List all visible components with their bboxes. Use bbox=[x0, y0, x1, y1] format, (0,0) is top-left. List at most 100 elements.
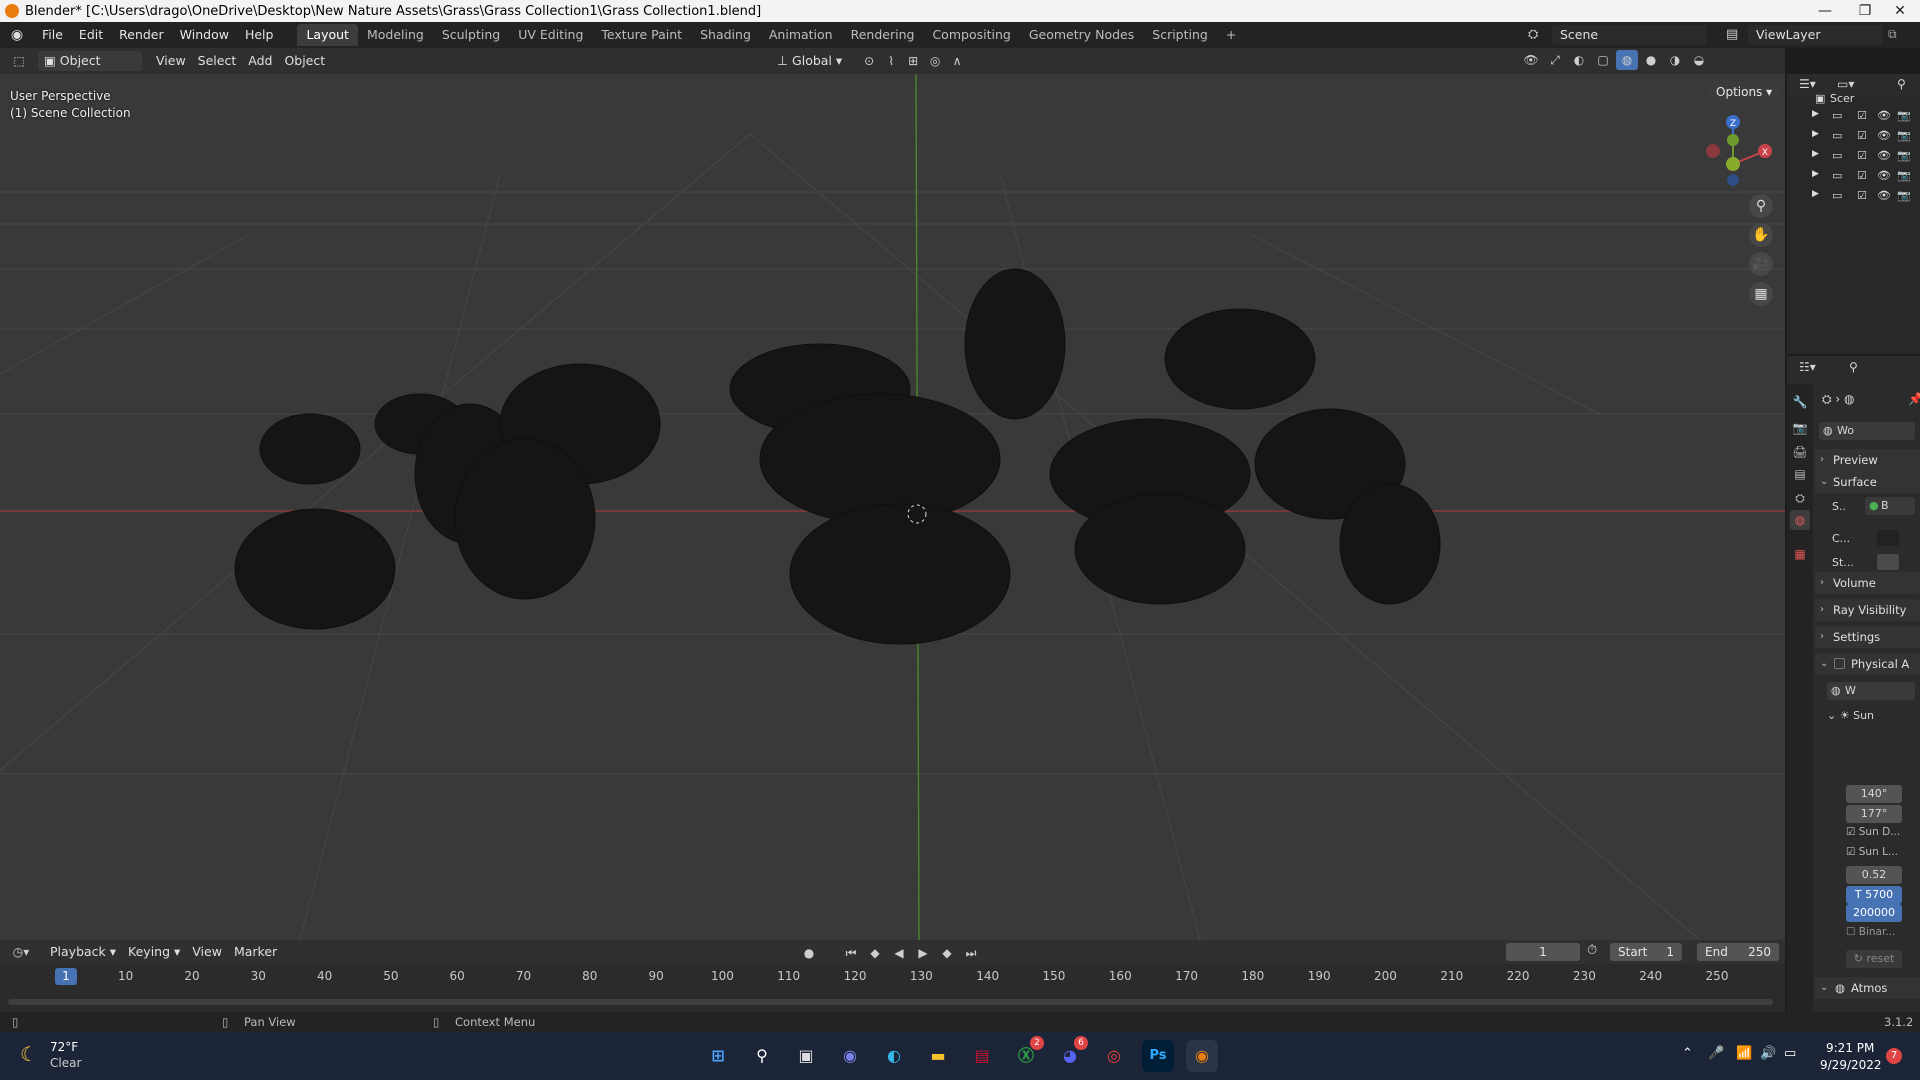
task-view-icon[interactable]: ▣ bbox=[790, 1040, 822, 1072]
solid-shading-icon[interactable]: ● bbox=[1640, 50, 1662, 70]
tab-layout[interactable]: Layout bbox=[297, 24, 358, 46]
orientation-selector[interactable]: ⊥ Global ▾ bbox=[771, 51, 848, 71]
timeline-view-menu[interactable]: View bbox=[186, 942, 228, 962]
panel-physical[interactable]: ⌄ Physical A bbox=[1815, 653, 1920, 675]
minimize-button[interactable]: — bbox=[1805, 0, 1845, 22]
menu-render[interactable]: Render bbox=[111, 22, 172, 48]
stopwatch-icon[interactable]: ⏱ bbox=[1587, 943, 1597, 958]
gizmo-toggle-icon[interactable]: ⤢ bbox=[1544, 50, 1566, 70]
world-tab-icon[interactable]: ◍ bbox=[1790, 510, 1810, 530]
eye-icon[interactable]: 👁 bbox=[1877, 169, 1891, 182]
output-tab-icon[interactable]: 🖨 bbox=[1790, 442, 1810, 462]
temperature-field[interactable]: T 5700 bbox=[1846, 886, 1902, 904]
tool-tab-icon[interactable]: 🔧 bbox=[1790, 392, 1810, 412]
record-icon[interactable]: ● bbox=[798, 943, 820, 963]
panel-settings[interactable]: › Settings bbox=[1815, 626, 1920, 648]
playback-menu[interactable]: Playback ▾ bbox=[44, 942, 122, 962]
panel-preview[interactable]: › Preview bbox=[1815, 449, 1920, 471]
play-reverse-icon[interactable]: ◀ bbox=[888, 943, 910, 963]
next-keyframe-icon[interactable]: ◆ bbox=[936, 943, 958, 963]
outliner-scene-row[interactable]: ▣ Scer bbox=[1787, 89, 1920, 107]
checkbox-icon[interactable]: ☑ bbox=[1857, 149, 1867, 162]
pan-hand-icon[interactable]: ✋ bbox=[1749, 223, 1773, 247]
view-menu[interactable]: View bbox=[150, 51, 192, 71]
tab-animation[interactable]: Animation bbox=[760, 24, 842, 46]
tray-chevron-icon[interactable]: ⌃ bbox=[1682, 1046, 1693, 1061]
timeline-editor-icon[interactable]: ◷▾ bbox=[10, 942, 32, 962]
sun-disc-checkbox[interactable]: ☑ Sun D... bbox=[1846, 826, 1900, 838]
properties-editor-icon[interactable]: ☷▾ bbox=[1799, 360, 1816, 374]
menu-file[interactable]: File bbox=[34, 22, 71, 48]
proportional-edit-icon[interactable]: ◎ bbox=[924, 51, 946, 71]
navigation-gizmo[interactable]: Z X bbox=[1680, 108, 1780, 188]
panel-ray-visibility[interactable]: › Ray Visibility bbox=[1815, 599, 1920, 621]
snap-icon[interactable]: ⌇ bbox=[880, 51, 902, 71]
world-selector[interactable]: ◍ Wo bbox=[1819, 422, 1915, 440]
pin-icon[interactable]: 📌 bbox=[1908, 392, 1920, 406]
checkbox-icon[interactable]: ☑ bbox=[1857, 169, 1867, 182]
menu-help[interactable]: Help bbox=[237, 22, 282, 48]
sun-elevation-field[interactable]: 140° bbox=[1846, 785, 1902, 803]
blender-menu-icon[interactable]: ◉ bbox=[0, 27, 34, 43]
select-menu[interactable]: Select bbox=[192, 51, 243, 71]
tab-geometry-nodes[interactable]: Geometry Nodes bbox=[1020, 24, 1143, 46]
grass-assets[interactable] bbox=[234, 268, 1441, 645]
checkbox-icon[interactable]: ☑ bbox=[1857, 109, 1867, 122]
scene-selector[interactable]: Scene bbox=[1552, 25, 1707, 45]
rendered-shading-icon[interactable]: ◒ bbox=[1688, 50, 1710, 70]
camera-icon[interactable]: 📷 bbox=[1897, 189, 1911, 202]
outliner-collection-row[interactable]: ▶ ▭ ☑ 👁 📷 bbox=[1787, 107, 1920, 125]
edge-browser-icon[interactable]: ◐ bbox=[878, 1040, 910, 1072]
photoshop-icon[interactable]: Ps bbox=[1142, 1040, 1174, 1072]
outliner-collection-row[interactable]: ▶ ▭ ☑ 👁 📷 bbox=[1787, 147, 1920, 165]
outliner-collection-row[interactable]: ▶ ▭ ☑ 👁 📷 bbox=[1787, 127, 1920, 145]
scene-icon[interactable]: ⛭ bbox=[1528, 27, 1538, 42]
add-menu[interactable]: Add bbox=[242, 51, 278, 71]
tab-sculpting[interactable]: Sculpting bbox=[433, 24, 509, 46]
teams-chat-icon[interactable]: ◉ bbox=[834, 1040, 866, 1072]
expand-arrow-icon[interactable]: ▶ bbox=[1812, 109, 1819, 119]
snap-target-icon[interactable]: ⊞ bbox=[902, 51, 924, 71]
expand-arrow-icon[interactable]: ▶ bbox=[1812, 169, 1819, 179]
camera-icon[interactable]: 📷 bbox=[1897, 129, 1911, 142]
weather-temp[interactable]: 72°F bbox=[50, 1040, 78, 1054]
surface-shader-selector[interactable]: ● B bbox=[1865, 497, 1915, 515]
expand-arrow-icon[interactable]: ▶ bbox=[1812, 149, 1819, 159]
menu-window[interactable]: Window bbox=[172, 22, 237, 48]
menu-edit[interactable]: Edit bbox=[71, 22, 111, 48]
sun-rotation-field[interactable]: 177° bbox=[1846, 805, 1902, 823]
battery-icon[interactable]: ▭ bbox=[1784, 1046, 1796, 1061]
tab-modeling[interactable]: Modeling bbox=[358, 24, 433, 46]
red-app-icon[interactable]: ▤ bbox=[966, 1040, 998, 1072]
end-frame-field[interactable]: End 250 bbox=[1697, 943, 1779, 961]
view-layer-new-icon[interactable]: ⧉ bbox=[1888, 27, 1897, 42]
panel-volume[interactable]: › Volume bbox=[1815, 572, 1920, 594]
current-frame-field[interactable]: 1 bbox=[1506, 943, 1580, 961]
close-button[interactable]: ✕ bbox=[1880, 0, 1920, 22]
view-layer-tab-icon[interactable]: ▤ bbox=[1790, 464, 1810, 484]
sun-lamp-checkbox[interactable]: ☑ Sun L... bbox=[1846, 846, 1898, 858]
add-workspace-button[interactable]: + bbox=[1217, 24, 1245, 46]
eye-icon[interactable]: 👁 bbox=[1877, 149, 1891, 162]
tab-uv-editing[interactable]: UV Editing bbox=[509, 24, 592, 46]
tab-texture-paint[interactable]: Texture Paint bbox=[592, 24, 691, 46]
sun-size-field[interactable]: 0.52 bbox=[1846, 866, 1902, 884]
sun-subpanel[interactable]: ⌄ ☀ Sun bbox=[1827, 709, 1874, 722]
prev-keyframe-icon[interactable]: ◆ bbox=[864, 943, 886, 963]
clock-date[interactable]: 9/29/2022 bbox=[1820, 1058, 1882, 1072]
search-icon[interactable]: ⚲ bbox=[746, 1040, 778, 1072]
overlay-toggle-icon[interactable]: ◐ bbox=[1568, 50, 1590, 70]
object-menu[interactable]: Object bbox=[278, 51, 331, 71]
physical-world-selector[interactable]: ◍ W bbox=[1827, 682, 1915, 700]
editor-type-icon[interactable]: ⬚ bbox=[8, 51, 30, 71]
maximize-button[interactable]: ❐ bbox=[1845, 0, 1885, 22]
marker-menu[interactable]: Marker bbox=[228, 942, 283, 962]
camera-icon[interactable]: 📷 bbox=[1897, 109, 1911, 122]
mode-selector[interactable]: ▣ Object Mode ▾ bbox=[38, 51, 142, 88]
camera-icon[interactable]: 📷 bbox=[1897, 169, 1911, 182]
outliner-collection-row[interactable]: ▶ ▭ ☑ 👁 📷 bbox=[1787, 167, 1920, 185]
material-shading-icon[interactable]: ◑ bbox=[1664, 50, 1686, 70]
outliner-collection-row[interactable]: ▶ ▭ ☑ 👁 📷 bbox=[1787, 187, 1920, 205]
timeline-scrollbar[interactable] bbox=[8, 999, 1773, 1005]
notification-badge[interactable]: 7 bbox=[1886, 1048, 1902, 1064]
